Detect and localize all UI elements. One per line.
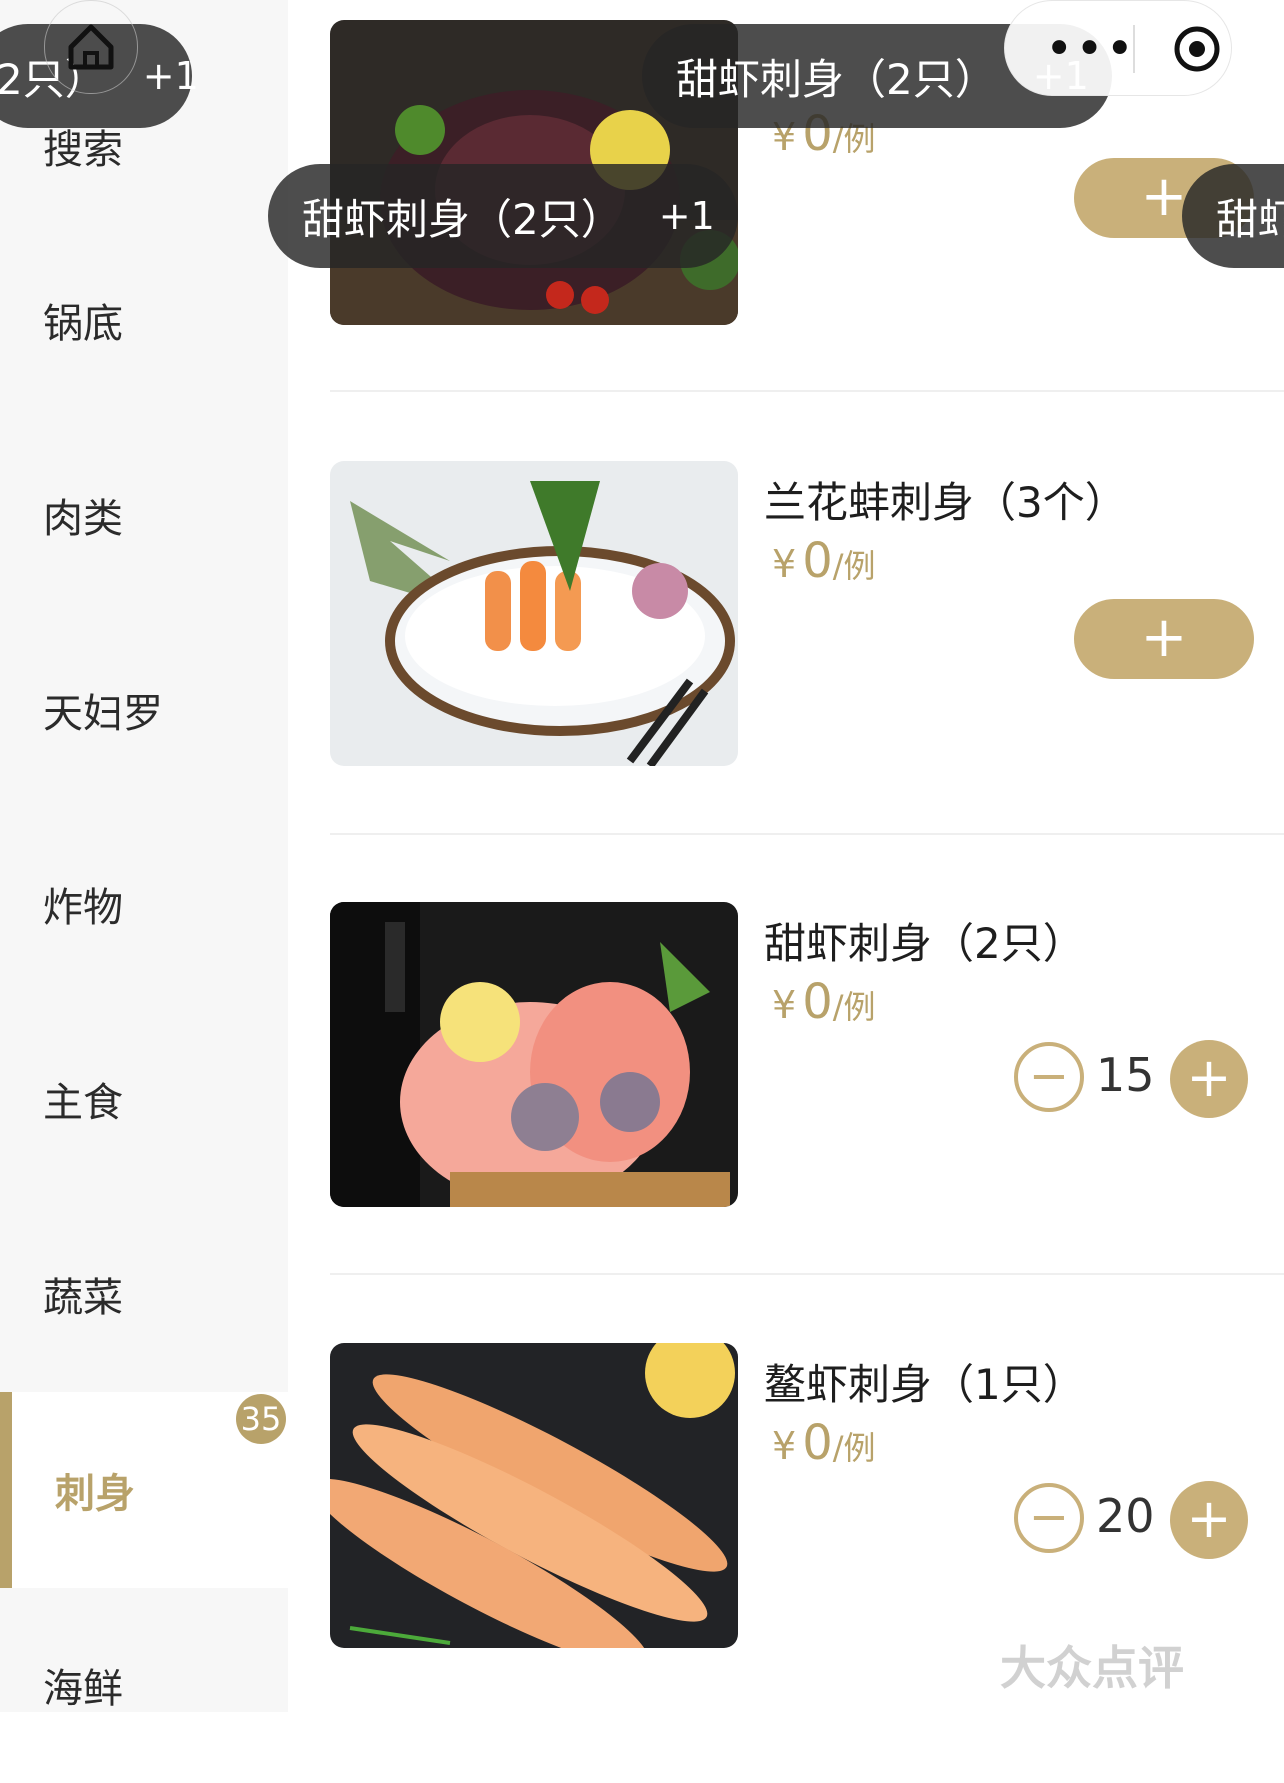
added-toast: 甜虾 <box>1182 164 1284 268</box>
quantity-stepper: − 15 + <box>1014 1040 1264 1120</box>
dish-photo <box>330 902 738 1207</box>
sidebar-item-meat[interactable]: 肉类 <box>0 417 288 613</box>
sidebar-item-tempura[interactable]: 天妇罗 <box>0 612 288 808</box>
sidebar-item-sashimi[interactable]: 刺身 35 <box>0 1392 288 1588</box>
sidebar-item-label: 蔬菜 <box>43 1275 123 1321</box>
toast-increment: +1 <box>142 54 199 98</box>
dish-item: 兰花蚌刺身（3个） ¥0/例 + <box>330 461 1284 766</box>
capsule-divider <box>1133 25 1135 73</box>
sidebar-item-label: 海鲜 <box>43 1666 123 1712</box>
increase-button[interactable]: + <box>1170 1040 1248 1118</box>
price-unit: /例 <box>832 1429 876 1467</box>
price-amount: 0 <box>802 974 833 1030</box>
added-toast: 甜虾刺身（2只） +1 <box>268 164 738 268</box>
add-to-cart-button[interactable]: + <box>1074 599 1254 679</box>
toast-text: 甜虾刺身（2只） <box>676 54 997 104</box>
divider <box>330 390 1284 392</box>
sidebar-item-fried[interactable]: 炸物 <box>0 806 288 1002</box>
dish-photo <box>330 461 738 766</box>
currency-symbol: ¥ <box>772 542 797 586</box>
price-unit: /例 <box>832 547 876 585</box>
toast-text: 甜虾 <box>1216 194 1284 244</box>
sidebar-item-vegetables[interactable]: 蔬菜 <box>0 1196 288 1392</box>
decrease-button[interactable]: − <box>1014 1483 1084 1553</box>
price-unit: /例 <box>832 988 876 1026</box>
dish-name: 甜虾刺身（2只） <box>764 919 1085 968</box>
count-badge: 35 <box>236 1394 286 1444</box>
dish-item: 鳌虾刺身（1只） ¥0/例 − 20 + <box>330 1343 1284 1648</box>
sidebar-item-hotpot-base[interactable]: 锅底 <box>0 222 288 418</box>
divider <box>330 833 1284 835</box>
more-dots-icon[interactable]: ••• <box>1045 25 1136 73</box>
toast-increment: +1 <box>658 194 715 238</box>
sidebar-item-label: 炸物 <box>43 885 123 931</box>
dish-name: 鳌虾刺身（1只） <box>764 1360 1085 1409</box>
category-sidebar: 搜索 锅底 肉类 天妇罗 炸物 主食 蔬菜 刺身 35 海鲜 <box>0 0 288 1712</box>
increase-button[interactable]: + <box>1170 1481 1248 1559</box>
sidebar-item-label: 锅底 <box>43 301 123 347</box>
miniprogram-capsule: ••• <box>1004 0 1232 96</box>
quantity-value: 20 <box>1096 1489 1155 1543</box>
dish-price: ¥0/例 <box>772 974 876 1030</box>
sidebar-item-label: 刺身 <box>55 1471 135 1517</box>
price-amount: 0 <box>802 533 833 589</box>
watermark: 大众点评 <box>1000 1641 1184 1695</box>
sidebar-item-staple[interactable]: 主食 <box>0 1001 288 1197</box>
sidebar-item-label: 肉类 <box>43 496 123 542</box>
currency-symbol: ¥ <box>772 1424 797 1468</box>
sidebar-item-label: 天妇罗 <box>43 691 163 737</box>
currency-symbol: ¥ <box>772 983 797 1027</box>
home-icon <box>68 24 114 70</box>
home-button[interactable] <box>44 0 138 94</box>
dish-item: 甜虾刺身（2只） ¥0/例 − 15 + <box>330 902 1284 1207</box>
dish-price: ¥0/例 <box>772 1415 876 1471</box>
sidebar-item-seafood[interactable]: 海鲜 <box>0 1587 288 1783</box>
quantity-stepper: − 20 + <box>1014 1481 1264 1561</box>
toast-text: 甜虾刺身（2只） <box>302 194 623 244</box>
price-amount: 0 <box>802 1415 833 1471</box>
dish-name: 兰花蚌刺身（3个） <box>764 478 1127 527</box>
sidebar-item-label: 主食 <box>43 1080 123 1126</box>
quantity-value: 15 <box>1096 1048 1155 1102</box>
dish-price: ¥0/例 <box>772 533 876 589</box>
dish-photo <box>330 1343 738 1648</box>
decrease-button[interactable]: − <box>1014 1042 1084 1112</box>
divider <box>330 1273 1284 1275</box>
target-icon[interactable] <box>1173 25 1221 73</box>
